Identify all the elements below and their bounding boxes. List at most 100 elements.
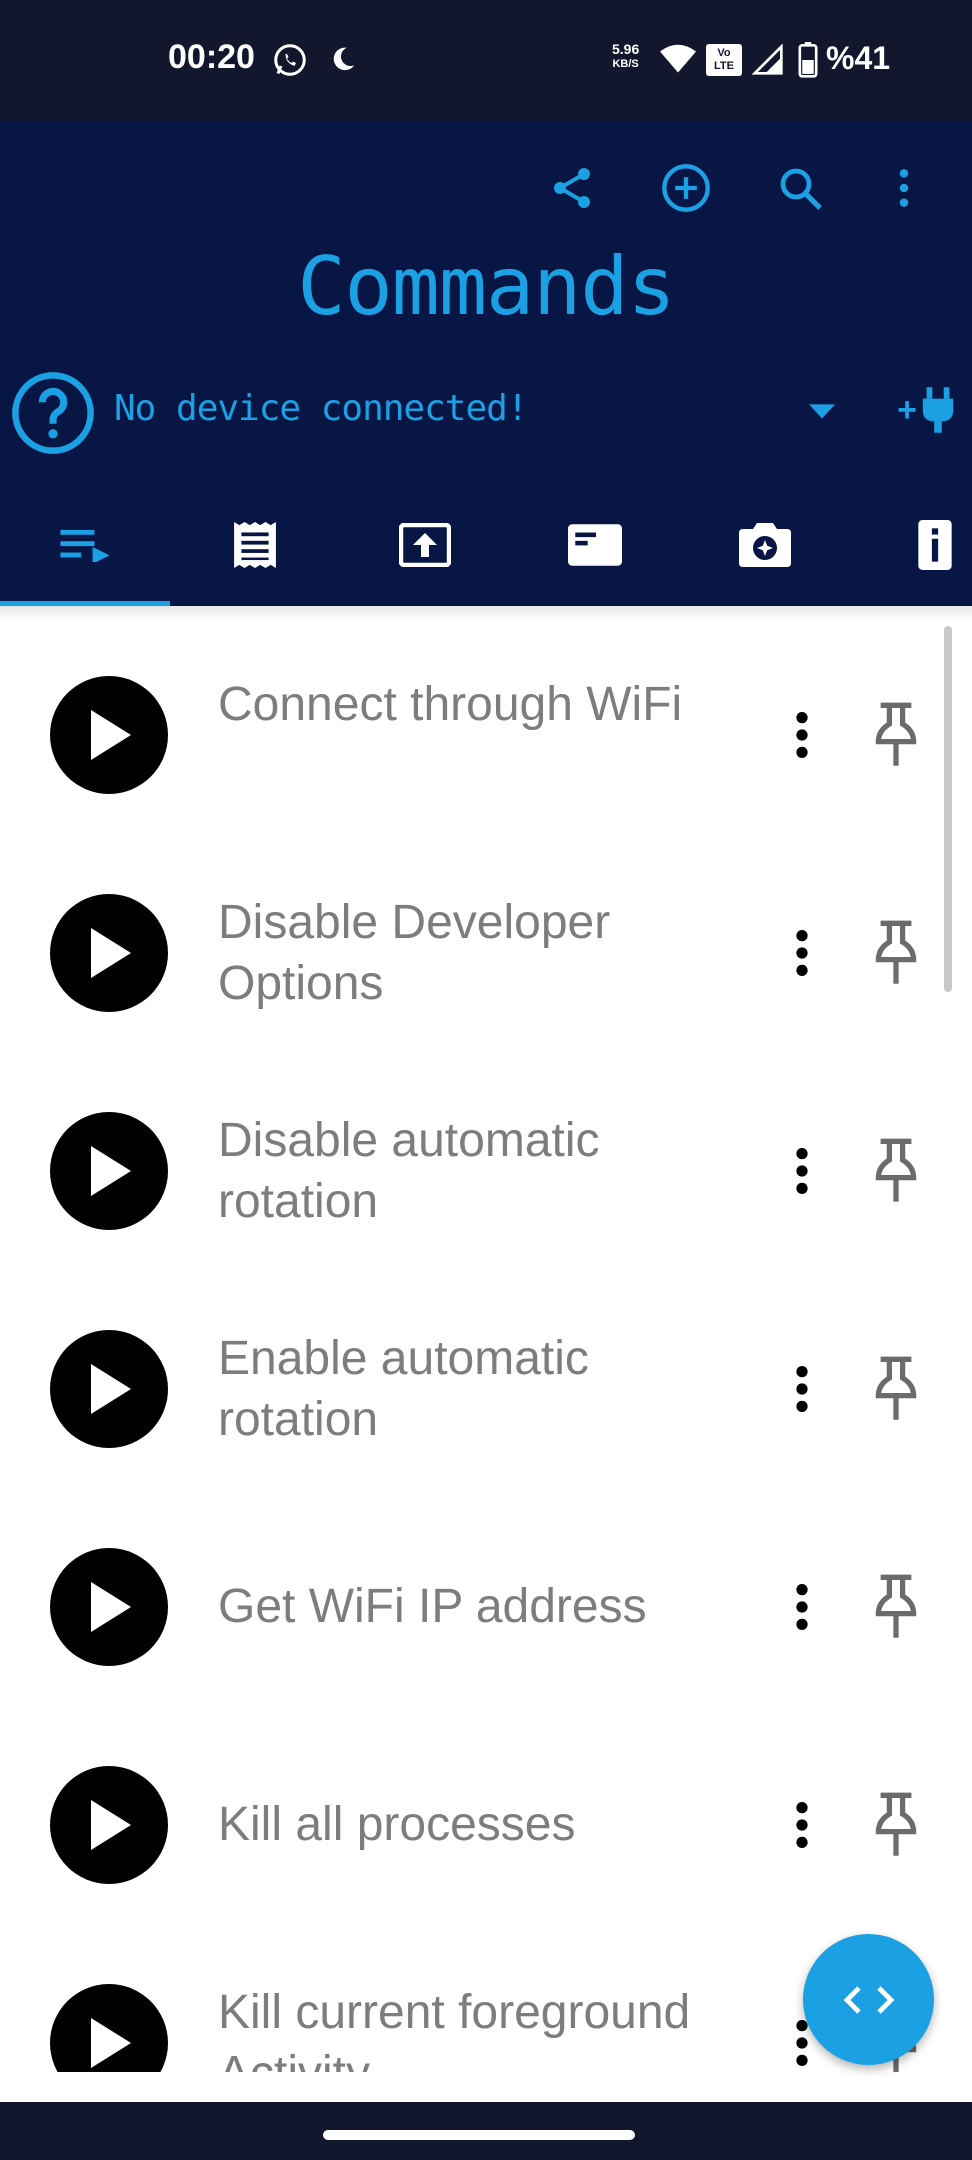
battery-icon [798,42,818,82]
playlist-icon [60,529,110,562]
more-vert-icon [796,1802,808,1848]
command-menu-button[interactable] [780,1572,824,1642]
tab-logs[interactable] [170,484,340,606]
chevron-down-icon [809,404,835,419]
list-item[interactable]: Enable automatic rotation [0,1280,972,1498]
more-vert-icon [796,2020,808,2066]
command-title: Kill current foreground Activity [218,1986,691,2072]
home-gesture-handle[interactable] [323,2130,635,2140]
share-button[interactable] [536,152,608,224]
command-menu-button[interactable] [780,1136,824,1206]
network-speed: 5.96 KB/S [612,42,639,72]
search-button[interactable] [764,152,836,224]
more-vert-icon [796,1148,808,1194]
overflow-menu-button[interactable] [878,152,930,224]
moon-icon [328,44,358,78]
connect-device-button[interactable]: + [893,378,961,442]
command-title: Kill all processes [218,1798,576,1851]
network-speed-value: 5.96 [612,41,640,57]
device-selector[interactable]: No device connected! + [0,358,972,468]
code-fab-button[interactable] [803,1934,934,2065]
info-icon [918,520,952,570]
command-title: Connect through WiFi [218,678,683,731]
scrollbar[interactable] [944,626,952,992]
pin-icon [875,1792,917,1856]
help-icon[interactable] [10,370,96,460]
plug-icon [922,387,954,433]
play-icon [91,1146,131,1196]
play-icon [91,1582,131,1632]
command-menu-button[interactable] [780,1354,824,1424]
receipt-icon [234,522,276,568]
share-icon [554,168,590,208]
play-icon [91,1364,131,1414]
device-dropdown[interactable] [802,392,842,432]
add-icon [662,164,710,212]
status-time: 00:20 [168,38,255,76]
play-icon [91,928,131,978]
pin-command-button[interactable] [864,1567,928,1647]
command-menu-button[interactable] [780,1790,824,1860]
command-list[interactable]: Connect through WiFi Disable Developer O… [0,606,972,2072]
run-command-button[interactable] [50,1766,168,1884]
list-top-shadow [0,606,972,620]
run-command-button[interactable] [50,894,168,1012]
command-menu-button[interactable] [780,918,824,988]
run-command-button[interactable] [50,1112,168,1230]
more-vert-icon [796,712,808,758]
tab-upload[interactable] [340,484,510,606]
page-title: Commands [297,240,675,333]
list-item[interactable]: Kill all processes [0,1716,972,1934]
command-menu-button[interactable] [780,700,824,770]
pin-icon [875,1356,917,1420]
connect-plus: + [897,390,917,429]
pin-icon [875,920,917,984]
navigation-bar [0,2102,972,2160]
list-item[interactable]: Connect through WiFi [0,626,972,844]
run-command-button[interactable] [50,1330,168,1448]
run-command-button[interactable] [50,1984,168,2072]
pin-icon [875,1574,917,1638]
code-icon [843,1985,894,2014]
more-vert-icon [899,169,909,207]
command-title: Disable Developer Options [218,896,611,1010]
play-icon [91,710,131,760]
pin-command-button[interactable] [864,1349,928,1429]
volte-icon: Vo LTE [706,44,742,76]
tab-commands[interactable] [0,484,170,606]
signal-icon [751,43,784,80]
pin-command-button[interactable] [864,695,928,775]
upload-icon [399,523,451,567]
camera-icon [739,523,791,567]
play-icon [91,2018,131,2068]
pin-icon [875,1138,917,1202]
more-vert-icon [796,930,808,976]
pin-command-button[interactable] [864,913,928,993]
whatsapp-icon [272,42,308,82]
pin-command-button[interactable] [864,1131,928,1211]
pin-icon [875,702,917,766]
status-bar: 00:20 5.96 KB/S Vo LTE %41 [0,0,972,122]
wifi-icon [660,44,696,78]
card-icon [568,524,622,566]
tab-cards[interactable] [510,484,680,606]
list-item[interactable]: Disable automatic rotation [0,1062,972,1280]
search-icon [780,168,822,210]
run-command-button[interactable] [50,676,168,794]
command-title: Disable automatic rotation [218,1114,600,1228]
volte-label: Vo LTE [714,47,734,72]
command-title: Get WiFi IP address [218,1580,647,1633]
device-status-text: No device connected! [114,388,528,429]
pin-command-button[interactable] [864,1785,928,1865]
more-vert-icon [796,1366,808,1412]
list-item[interactable]: Disable Developer Options [0,844,972,1062]
tab-info[interactable] [850,484,972,606]
list-item[interactable]: Get WiFi IP address [0,1498,972,1716]
add-command-button[interactable] [650,152,722,224]
tab-screenshot[interactable] [680,484,850,606]
network-speed-unit: KB/S [612,58,639,70]
tab-bar [0,484,972,606]
play-icon [91,1800,131,1850]
run-command-button[interactable] [50,1548,168,1666]
more-vert-icon [796,1584,808,1630]
